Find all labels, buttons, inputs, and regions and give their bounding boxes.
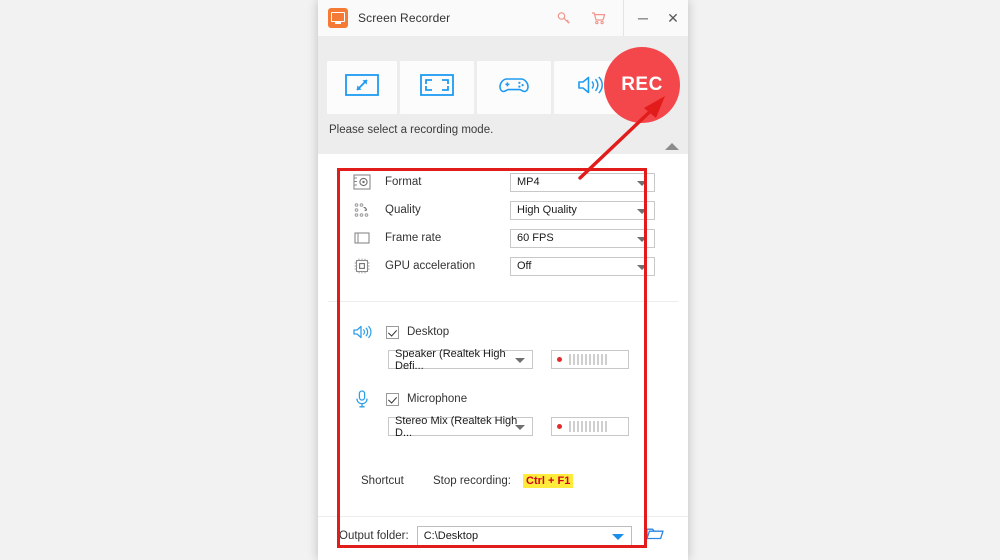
output-folder-row: Output folder: C:\Desktop — [318, 525, 688, 547]
setting-label-format: Format — [385, 176, 422, 188]
setting-row-quality: Quality High Quality — [318, 196, 688, 224]
mode-button-game[interactable] — [477, 61, 551, 114]
folder-icon[interactable] — [645, 525, 665, 547]
custom-region-icon — [345, 73, 379, 102]
output-folder-label: Output folder: — [339, 530, 409, 542]
shortcut-label: Shortcut — [361, 475, 404, 487]
format-film-icon — [351, 171, 373, 193]
output-folder-value: C:\Desktop — [423, 530, 479, 542]
desktop-audio-header: Desktop — [318, 320, 688, 344]
output-divider — [318, 516, 688, 517]
chevron-down-icon — [637, 236, 647, 242]
microphone-checkbox[interactable] — [386, 392, 399, 406]
chevron-down-icon — [637, 180, 647, 186]
frame-rate-icon — [351, 227, 373, 249]
desktop-device-value: Speaker (Realtek High Defi... — [395, 347, 506, 372]
desktop-device-dropdown[interactable]: Speaker (Realtek High Defi... — [388, 347, 533, 372]
quality-dropdown[interactable]: High Quality — [510, 200, 655, 220]
microphone-device-dropdown[interactable]: Stereo Mix (Realtek High D... — [388, 414, 533, 439]
chevron-down-icon — [515, 358, 525, 363]
setting-row-format: Format MP4 — [318, 168, 688, 196]
microphone-controls: Stereo Mix (Realtek High D... — [318, 414, 688, 439]
chevron-down-icon — [637, 264, 647, 270]
titlebar-divider — [623, 0, 624, 36]
setting-row-gpu-acceleration: GPU acceleration Off — [318, 252, 688, 280]
close-button[interactable]: ✕ — [658, 0, 688, 36]
gpu-acceleration-value: Off — [517, 260, 532, 272]
output-folder-dropdown[interactable]: C:\Desktop — [416, 526, 632, 546]
rec-button[interactable]: REC — [604, 47, 680, 123]
app-monitor-icon — [328, 8, 348, 28]
window-title: Screen Recorder — [358, 11, 451, 25]
chevron-down-icon — [611, 534, 624, 540]
chevron-down-icon — [637, 208, 647, 214]
microphone-device-value: Stereo Mix (Realtek High D... — [395, 414, 518, 439]
shortcut-row: Shortcut Stop recording: Ctrl + F1 — [318, 474, 688, 488]
mode-buttons — [318, 61, 628, 114]
full-screen-icon — [420, 73, 454, 102]
key-icon[interactable] — [547, 0, 581, 36]
setting-label-quality: Quality — [385, 204, 421, 216]
desktop-audio-label: Desktop — [407, 326, 450, 338]
mode-button-full-screen[interactable] — [400, 61, 474, 114]
format-value: MP4 — [517, 176, 540, 188]
screen-recorder-window: Screen Recorder ─ ✕ REC Please select a … — [318, 0, 688, 560]
microphone-header: Microphone — [318, 387, 688, 411]
gpu-chip-icon — [351, 255, 373, 277]
setting-row-frame-rate: Frame rate 60 FPS — [318, 224, 688, 252]
record-dot-icon — [557, 424, 562, 429]
gpu-acceleration-dropdown[interactable]: Off — [510, 256, 655, 276]
mode-area: REC Please select a recording mode. — [318, 37, 688, 154]
desktop-audio-checkbox[interactable] — [386, 325, 399, 339]
recording-mode-hint: Please select a recording mode. — [329, 124, 494, 136]
recording-settings-group: Format MP4 Quality High Quality Frame ra… — [318, 154, 688, 280]
gamepad-icon — [497, 73, 531, 102]
speaker-icon — [351, 321, 373, 343]
cart-icon[interactable] — [581, 0, 615, 36]
stop-recording-label: Stop recording: — [433, 475, 511, 487]
microphone-volume-meter — [551, 417, 629, 436]
volume-bars — [569, 421, 607, 432]
volume-bars — [569, 354, 607, 365]
mode-button-custom-region[interactable] — [327, 61, 397, 114]
setting-label-frame-rate: Frame rate — [385, 232, 442, 244]
desktop-audio-controls: Speaker (Realtek High Defi... — [318, 347, 688, 372]
format-dropdown[interactable]: MP4 — [510, 172, 655, 192]
setting-label-gpu-acceleration: GPU acceleration — [385, 260, 476, 272]
frame-rate-value: 60 FPS — [517, 232, 554, 244]
stop-recording-hotkey[interactable]: Ctrl + F1 — [523, 474, 574, 488]
microphone-icon — [351, 388, 373, 410]
desktop-volume-meter — [551, 350, 629, 369]
audio-settings-group: Desktop Speaker (Realtek High Defi... Mi… — [318, 302, 688, 488]
title-bar: Screen Recorder ─ ✕ — [318, 0, 688, 37]
microphone-label: Microphone — [407, 393, 468, 405]
record-dot-icon — [557, 357, 562, 362]
quality-dots-icon — [351, 199, 373, 221]
chevron-up-icon[interactable] — [665, 143, 679, 150]
speaker-icon — [575, 73, 607, 102]
frame-rate-dropdown[interactable]: 60 FPS — [510, 228, 655, 248]
quality-value: High Quality — [517, 204, 577, 216]
minimize-button[interactable]: ─ — [628, 0, 658, 36]
titlebar-actions: ─ ✕ — [547, 0, 688, 36]
settings-panel: Format MP4 Quality High Quality Frame ra… — [318, 154, 688, 560]
chevron-down-icon — [515, 425, 525, 430]
